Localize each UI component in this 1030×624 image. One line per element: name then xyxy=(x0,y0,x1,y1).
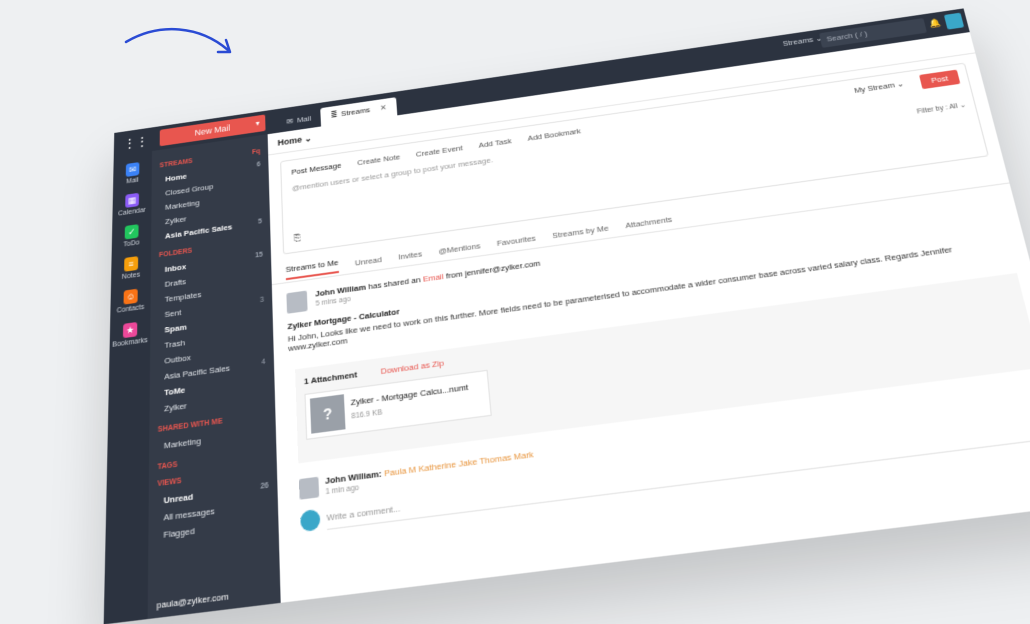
file-icon: ? xyxy=(310,394,346,433)
sidebar-folder-item-label: Inbox xyxy=(165,262,186,274)
sidebar-folder-item-count: 4 xyxy=(261,358,265,368)
sidebar-shared-item-label: Marketing xyxy=(164,436,201,451)
apps-grid-icon[interactable]: ⋮⋮ xyxy=(123,136,137,151)
avatar[interactable] xyxy=(286,291,307,314)
app-rail: ✉ Mail ▦ Calendar ✓ ToDo ≡ Notes ☺ Conta… xyxy=(104,151,152,624)
sidebar-stream-item-count: 5 xyxy=(258,218,262,227)
tab-unread[interactable]: Unread xyxy=(355,254,382,267)
avatar[interactable] xyxy=(944,13,964,30)
folders-list: Inbox15DraftsTemplatesSent3SpamTrashOutb… xyxy=(158,247,275,417)
chevron-down-icon[interactable]: ▾ xyxy=(255,115,259,132)
avatar[interactable] xyxy=(299,477,319,500)
tab-invites[interactable]: Invites xyxy=(398,249,422,261)
tab-streams-by-me[interactable]: Streams by Me xyxy=(552,223,609,240)
sidebar-folder-item-label: Trash xyxy=(164,338,185,350)
sidebar-folder-item-count: 3 xyxy=(260,296,264,306)
sidebar: STREAMS Fq Home6Closed GroupMarketingZyl… xyxy=(148,134,281,619)
mail-icon: ✉ xyxy=(126,162,140,177)
tab-attachments[interactable]: Attachments xyxy=(625,214,673,230)
notes-icon: ≡ xyxy=(124,256,138,272)
rail-item-todo[interactable]: ✓ ToDo xyxy=(112,222,152,250)
download-zip-link[interactable]: Download as Zip xyxy=(380,358,444,376)
add-task-button[interactable]: Add Task xyxy=(478,137,512,150)
sidebar-stream-item-label: Home xyxy=(165,172,187,184)
attachment-size: 816.9 KB xyxy=(351,409,382,421)
sidebar-view-item-count: 26 xyxy=(260,482,269,493)
sidebar-stream-item-count: 6 xyxy=(257,161,261,170)
filter-icon[interactable]: Fq xyxy=(252,148,260,156)
mail-icon: ✉ xyxy=(286,112,293,131)
sidebar-folder-item-label: Spam xyxy=(164,322,186,334)
contacts-icon: ☺ xyxy=(124,289,138,305)
tab-mentions[interactable]: @Mentions xyxy=(438,241,481,256)
paperclip-icon[interactable]: ⎘ xyxy=(294,232,302,244)
account-email[interactable]: paula@zylker.com xyxy=(157,591,229,611)
add-bookmark-button[interactable]: Add Bookmark xyxy=(527,127,581,143)
rail-item-calendar[interactable]: ▦ Calendar xyxy=(112,191,151,218)
close-icon[interactable]: ✕ xyxy=(379,99,387,118)
streams-icon: ≣ xyxy=(330,106,337,125)
sidebar-folder-item-count: 15 xyxy=(255,251,263,261)
email-link[interactable]: Email xyxy=(423,272,444,284)
check-icon: ✓ xyxy=(125,224,139,239)
calendar-icon: ▦ xyxy=(125,193,139,208)
rail-item-contacts[interactable]: ☺ Contacts xyxy=(110,287,150,316)
sidebar-view-item-label: Flagged xyxy=(163,526,194,540)
post-message-button[interactable]: Post Message xyxy=(291,161,341,177)
rail-item-bookmarks[interactable]: ★ Bookmarks xyxy=(110,320,151,349)
attachment-name: Zylker - Mortgage Calcu...numt xyxy=(350,382,468,407)
sidebar-folder-item-label: ToMe xyxy=(164,385,185,397)
sidebar-view-item-label: Unread xyxy=(164,492,194,506)
views-list: Unread26All messagesFlagged xyxy=(157,477,279,544)
tab-favourites[interactable]: Favourites xyxy=(496,233,536,247)
sidebar-folder-item-label: Outbox xyxy=(164,353,190,366)
rail-item-mail[interactable]: ✉ Mail xyxy=(113,160,152,187)
create-note-button[interactable]: Create Note xyxy=(357,153,400,168)
app-window: ⋮⋮ New Mail ▾ ✉ Mail ≣ Streams ✕ Streams… xyxy=(104,8,1030,624)
streams-scope-selector[interactable]: Streams ⌄ xyxy=(782,34,823,48)
avatar xyxy=(300,509,320,532)
sidebar-folder-item-label: Sent xyxy=(165,308,182,319)
sidebar-folder-item-label: Drafts xyxy=(165,277,186,289)
decorative-arrow-icon xyxy=(120,20,250,70)
streams-list: Home6Closed GroupMarketingZylkerAsia Pac… xyxy=(159,157,270,244)
bell-icon[interactable]: 🔔 xyxy=(929,17,943,29)
sidebar-stream-item-label: Zylker xyxy=(165,214,186,226)
sidebar-folder-item-label: Zylker xyxy=(164,401,187,414)
rail-item-notes[interactable]: ≡ Notes xyxy=(111,254,151,282)
filter-dropdown[interactable]: Filter by : All ⌄ xyxy=(916,101,967,116)
bookmark-icon: ★ xyxy=(123,322,137,338)
main-panel: Home ⌄ Post Message Create Note Create E… xyxy=(268,32,1030,603)
create-event-button[interactable]: Create Event xyxy=(416,144,463,159)
